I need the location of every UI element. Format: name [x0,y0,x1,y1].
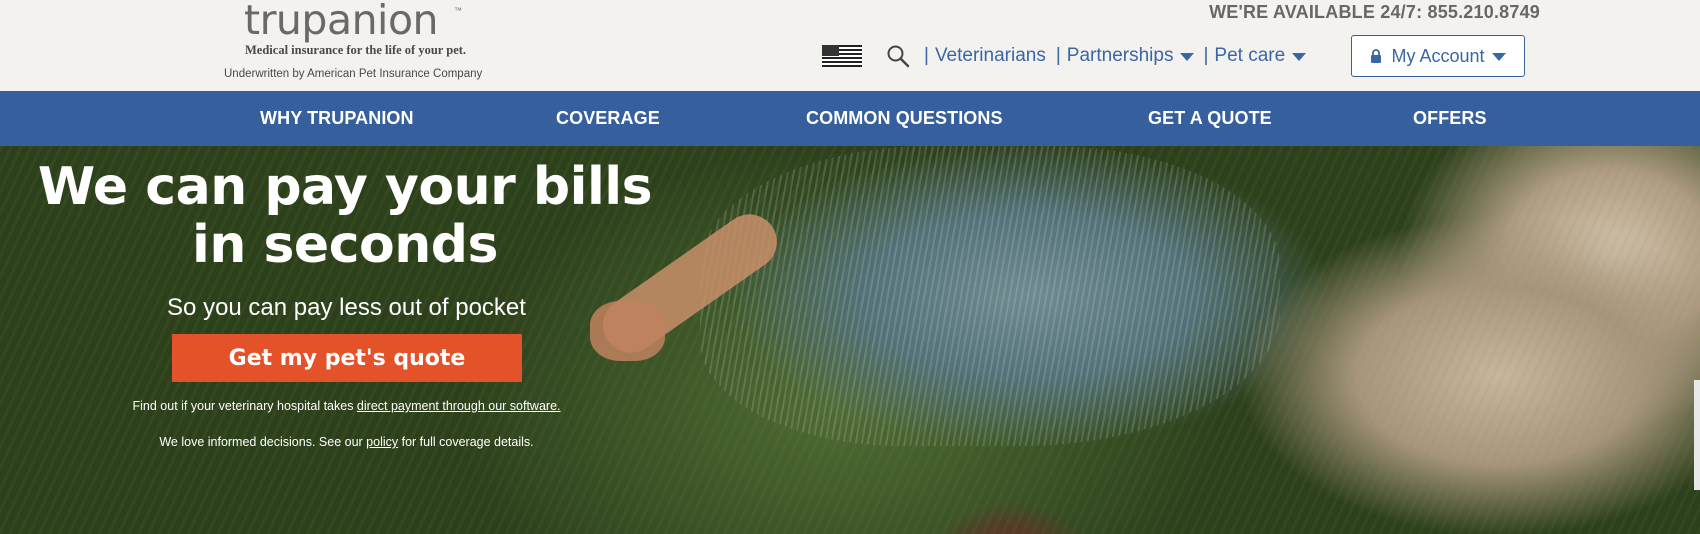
partnerships-label: Partnerships [1066,45,1174,66]
logo-tagline: Medical insurance for the life of your p… [245,43,467,57]
top-header: trupanion ™ Medical insurance for the li… [0,0,1700,91]
get-quote-button[interactable]: Get my pet's quote [172,334,522,382]
policy-link[interactable]: policy [366,435,398,449]
pet-care-label: Pet care [1214,45,1286,66]
veterinarians-link[interactable]: Veterinarians [935,45,1046,67]
direct-payment-link[interactable]: direct payment through our software. [357,399,561,413]
pet-care-dropdown[interactable]: Pet care [1214,45,1307,67]
caret-down-icon [1292,53,1307,61]
caret-down-icon [1180,53,1195,61]
policy-note: We love informed decisions. See our poli… [20,435,673,449]
us-flag-icon[interactable] [822,45,862,67]
my-account-label: My Account [1391,45,1485,66]
veterinarians-label: Veterinarians [934,45,1046,66]
utility-separator: | [924,45,929,66]
caret-down-icon [1491,53,1506,61]
logo-wordmark: trupanion [244,0,439,44]
search-icon[interactable] [886,44,910,68]
nav-common-questions[interactable]: COMMON QUESTIONS [806,91,1003,146]
scrollbar-edge[interactable] [1694,380,1700,490]
direct-payment-text: Find out if your veterinary hospital tak… [132,399,357,413]
main-nav: WHY TRUPANION COVERAGE COMMON QUESTIONS … [0,91,1700,146]
policy-note-suffix: for full coverage details. [398,435,534,449]
nav-coverage[interactable]: COVERAGE [556,91,660,146]
availability-phone: WE'RE AVAILABLE 24/7: 855.210.8749 [1209,2,1540,22]
utility-separator: | [1203,45,1209,66]
utility-bar: | Veterinarians | Partnerships | Pet car… [822,40,1307,72]
trupanion-logo[interactable]: trupanion ™ Medical insurance for the li… [222,0,492,88]
my-account-button[interactable]: My Account [1351,35,1525,77]
logo-trademark: ™ [454,6,462,15]
nav-offers[interactable]: OFFERS [1413,91,1487,146]
partnerships-dropdown[interactable]: Partnerships [1067,45,1195,67]
underwritten-text: Underwritten by American Pet Insurance C… [224,68,483,80]
direct-payment-note: Find out if your veterinary hospital tak… [20,399,673,413]
policy-note-prefix: We love informed decisions. See our [159,435,367,449]
hero-subtitle: So you can pay less out of pocket [167,294,526,321]
hero-background-figure [700,146,1280,446]
nav-get-a-quote[interactable]: GET A QUOTE [1148,91,1272,146]
lock-icon [1371,49,1382,63]
hero-title: We can pay your bills in seconds [37,157,653,275]
nav-why-trupanion[interactable]: WHY TRUPANION [260,91,414,146]
utility-separator: | [1055,45,1061,66]
